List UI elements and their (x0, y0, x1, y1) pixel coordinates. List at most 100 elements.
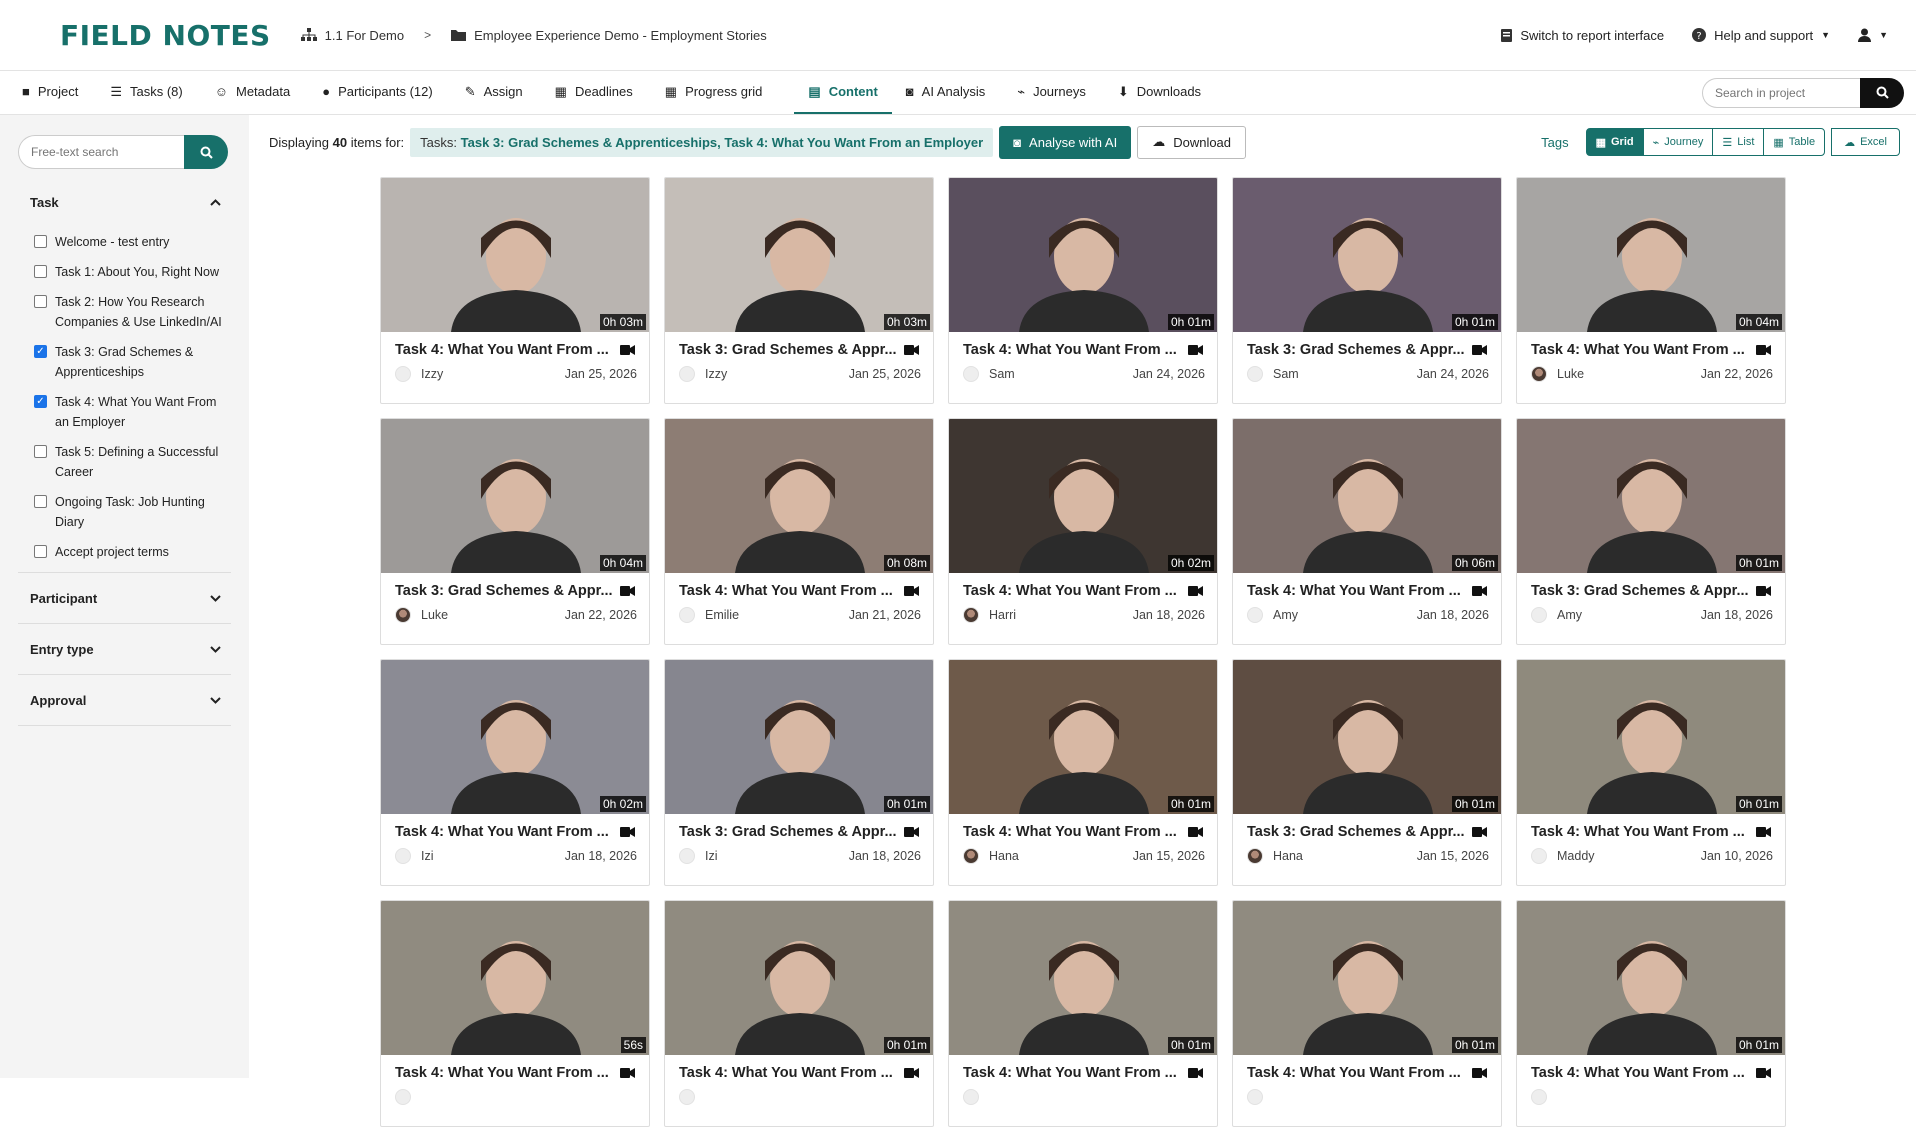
task-checkbox[interactable] (34, 295, 47, 308)
video-thumbnail[interactable]: 0h 01m (1233, 178, 1501, 332)
video-thumbnail[interactable]: 0h 03m (381, 178, 649, 332)
view-grid-button[interactable]: ▦ Grid (1585, 128, 1644, 156)
nav-downloads[interactable]: ⬇ Downloads (1118, 71, 1219, 114)
content-card[interactable]: 0h 02m Task 4: What You Want From ... Harr… (948, 418, 1218, 645)
video-thumbnail[interactable]: 0h 01m (1517, 901, 1785, 1055)
participant-name[interactable]: Harri (989, 608, 1016, 622)
content-card[interactable]: 56s Task 4: What You Want From ... (380, 900, 650, 1127)
content-card[interactable]: 0h 06m Task 4: What You Want From ... Amy J… (1232, 418, 1502, 645)
participant-name[interactable]: Luke (421, 608, 448, 622)
video-thumbnail[interactable]: 0h 01m (1517, 660, 1785, 814)
view-journey-button[interactable]: ⌁ Journey (1642, 128, 1714, 156)
project-search-button[interactable] (1860, 77, 1904, 108)
task-checkbox[interactable] (34, 545, 47, 558)
video-thumbnail[interactable]: 0h 04m (381, 419, 649, 573)
content-card[interactable]: 0h 04m Task 4: What You Want From ... Luke… (1516, 177, 1786, 404)
task-checkbox[interactable] (34, 445, 47, 458)
participant-name[interactable]: Sam (989, 367, 1015, 381)
excel-export-button[interactable]: ☁ Excel (1831, 128, 1900, 156)
content-card[interactable]: 0h 01m Task 4: What You Want From ... Madd… (1516, 659, 1786, 886)
video-thumbnail[interactable]: 0h 02m (949, 419, 1217, 573)
free-text-search-input[interactable] (18, 135, 184, 169)
task-checkbox[interactable] (34, 495, 47, 508)
video-thumbnail[interactable]: 0h 01m (949, 660, 1217, 814)
content-card[interactable]: 0h 01m Task 4: What You Want From ... (664, 900, 934, 1127)
content-card[interactable]: 0h 01m Task 4: What You Want From ... Hana… (948, 659, 1218, 886)
content-card[interactable]: 0h 01m Task 4: What You Want From ... Sam J… (948, 177, 1218, 404)
content-card[interactable]: 0h 08m Task 4: What You Want From ... Emil… (664, 418, 934, 645)
video-thumbnail[interactable]: 0h 01m (1233, 901, 1501, 1055)
participant-name[interactable]: Izzy (705, 367, 727, 381)
task-filter-option[interactable]: ✓ Task 3: Grad Schemes & Apprenticeships (18, 342, 231, 382)
content-card[interactable]: 0h 03m Task 4: What You Want From ... Izzy… (380, 177, 650, 404)
nav-ai-analysis[interactable]: ◙ AI Analysis (906, 71, 1003, 114)
nav-assign[interactable]: ✎ Assign (465, 71, 541, 114)
participant-name[interactable]: Hana (1273, 849, 1303, 863)
task-filter-option[interactable]: Task 5: Defining a Successful Career (18, 442, 231, 482)
task-checkbox[interactable]: ✓ (34, 345, 47, 358)
task-filter-header[interactable]: Task (18, 195, 231, 210)
participant-name[interactable]: Sam (1273, 367, 1299, 381)
download-button[interactable]: ☁ Download (1137, 125, 1247, 159)
tags-link[interactable]: Tags (1541, 135, 1568, 150)
nav-metadata[interactable]: ☺ Metadata (215, 71, 308, 114)
video-thumbnail[interactable]: 0h 01m (665, 660, 933, 814)
video-thumbnail[interactable]: 56s (381, 901, 649, 1055)
nav-project[interactable]: ■ Project (22, 71, 96, 114)
participant-filter-header[interactable]: Participant (18, 573, 231, 624)
task-checkbox[interactable] (34, 265, 47, 278)
video-thumbnail[interactable]: 0h 04m (1517, 178, 1785, 332)
nav-tasks[interactable]: ☰ Tasks (8) (110, 71, 200, 114)
switch-report-link[interactable]: Switch to report interface (1501, 28, 1664, 43)
content-card[interactable]: 0h 03m Task 3: Grad Schemes & Appr... Izzy… (664, 177, 934, 404)
video-thumbnail[interactable]: 0h 01m (949, 901, 1217, 1055)
nav-deadlines[interactable]: ▦ Deadlines (555, 71, 651, 114)
free-text-search-button[interactable] (184, 135, 228, 169)
view-table-button[interactable]: ▦ Table (1763, 128, 1826, 156)
breadcrumb-study[interactable]: Employee Experience Demo - Employment St… (474, 28, 767, 43)
video-thumbnail[interactable]: 0h 01m (665, 901, 933, 1055)
content-card[interactable]: 0h 01m Task 3: Grad Schemes & Appr... Hana… (1232, 659, 1502, 886)
help-menu[interactable]: ? Help and support ▼ (1692, 28, 1830, 43)
video-thumbnail[interactable]: 0h 01m (949, 178, 1217, 332)
content-card[interactable]: 0h 01m Task 3: Grad Schemes & Appr... Sam J… (1232, 177, 1502, 404)
video-thumbnail[interactable]: 0h 01m (1233, 660, 1501, 814)
participant-name[interactable]: Amy (1273, 608, 1298, 622)
task-filter-option[interactable]: Task 2: How You Research Companies & Use… (18, 292, 231, 332)
breadcrumb-project[interactable]: 1.1 For Demo (325, 28, 404, 43)
content-card[interactable]: 0h 01m Task 4: What You Want From ... (1232, 900, 1502, 1127)
content-card[interactable]: 0h 01m Task 3: Grad Schemes & Appr... Izi J… (664, 659, 934, 886)
content-card[interactable]: 0h 01m Task 4: What You Want From ... (948, 900, 1218, 1127)
participant-name[interactable]: Maddy (1557, 849, 1595, 863)
content-card[interactable]: 0h 01m Task 4: What You Want From ... (1516, 900, 1786, 1127)
nav-participants[interactable]: ● Participants (12) (322, 71, 451, 114)
brand-logo[interactable]: FIELD NOTES (60, 19, 271, 52)
participant-name[interactable]: Izzy (421, 367, 443, 381)
video-thumbnail[interactable]: 0h 03m (665, 178, 933, 332)
approval-filter-header[interactable]: Approval (18, 675, 231, 726)
participant-name[interactable]: Izi (705, 849, 718, 863)
analyse-with-ai-button[interactable]: ◙ Analyse with AI (999, 125, 1132, 159)
nav-progress-grid[interactable]: ▦ Progress grid (665, 71, 781, 114)
video-thumbnail[interactable]: 0h 08m (665, 419, 933, 573)
entry-type-filter-header[interactable]: Entry type (18, 624, 231, 675)
user-menu[interactable]: ▼ (1858, 28, 1888, 42)
participant-name[interactable]: Emilie (705, 608, 739, 622)
task-filter-option[interactable]: ✓ Task 4: What You Want From an Employer (18, 392, 231, 432)
video-thumbnail[interactable]: 0h 01m (1517, 419, 1785, 573)
participant-name[interactable]: Amy (1557, 608, 1582, 622)
content-card[interactable]: 0h 04m Task 3: Grad Schemes & Appr... Luke… (380, 418, 650, 645)
task-filter-option[interactable]: Ongoing Task: Job Hunting Diary (18, 492, 231, 532)
participant-name[interactable]: Luke (1557, 367, 1584, 381)
project-search-input[interactable] (1702, 77, 1860, 108)
task-filter-option[interactable]: Welcome - test entry (18, 232, 231, 252)
participant-name[interactable]: Hana (989, 849, 1019, 863)
content-card[interactable]: 0h 01m Task 3: Grad Schemes & Appr... Amy J… (1516, 418, 1786, 645)
nav-journeys[interactable]: ⌁ Journeys (1017, 71, 1104, 114)
task-filter-option[interactable]: Task 1: About You, Right Now (18, 262, 231, 282)
task-checkbox[interactable] (34, 235, 47, 248)
participant-name[interactable]: Izi (421, 849, 434, 863)
content-card[interactable]: 0h 02m Task 4: What You Want From ... Izi J… (380, 659, 650, 886)
video-thumbnail[interactable]: 0h 02m (381, 660, 649, 814)
view-list-button[interactable]: ☰ List (1712, 128, 1765, 156)
